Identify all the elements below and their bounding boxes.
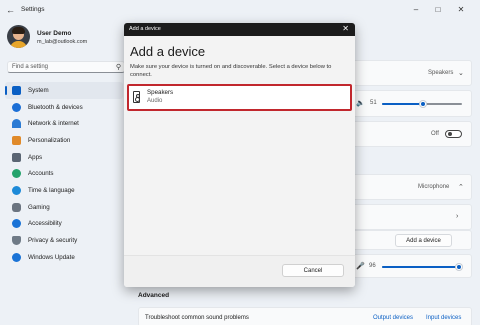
- speaker-icon: [133, 91, 140, 103]
- input-volume-slider[interactable]: [382, 264, 462, 270]
- accessibility-icon: [12, 219, 21, 229]
- system-icon: [12, 85, 21, 95]
- sidebar-item-accessibility[interactable]: Accessibility: [5, 216, 123, 233]
- back-arrow-icon[interactable]: ←: [6, 5, 16, 15]
- bluetooth-icon: [12, 102, 21, 112]
- cancel-button[interactable]: Cancel: [282, 264, 344, 277]
- user-name: User Demo: [37, 30, 72, 37]
- update-icon: [12, 252, 21, 262]
- sidebar-item-apps[interactable]: Apps: [5, 149, 123, 166]
- sidebar-item-windows-update[interactable]: Windows Update: [5, 249, 123, 266]
- input-devices-link[interactable]: Input devices: [426, 315, 461, 321]
- output-device-value: Speakers: [428, 70, 454, 76]
- speaker-volume-icon[interactable]: 🔈: [356, 99, 365, 107]
- input-device-value: Microphone: [418, 184, 450, 190]
- add-device-dialog: Add a device ✕ Add a device Make sure yo…: [124, 23, 355, 287]
- sidebar-item-label: Network & internet: [28, 120, 79, 128]
- device-name: Speakers: [147, 89, 174, 96]
- sidebar-item-label: Gaming: [28, 203, 50, 211]
- settings-window: ← Settings – □ ✕ User Demo m_lab@outlook…: [0, 0, 480, 325]
- sidebar-item-time-language[interactable]: Time & language: [5, 182, 123, 199]
- shield-icon: [12, 236, 21, 246]
- troubleshoot-card: Troubleshoot common sound problems Outpu…: [138, 307, 472, 325]
- apps-icon: [12, 152, 21, 162]
- microphone-icon[interactable]: 🎤: [356, 262, 365, 270]
- sidebar-item-privacy[interactable]: Privacy & security: [5, 232, 123, 249]
- dialog-title: Add a device: [129, 26, 161, 32]
- sidebar-nav: System Bluetooth & devices Network & int…: [5, 82, 123, 266]
- search-input[interactable]: Find a setting ⚲: [7, 61, 125, 73]
- input-volume-slider-thumb[interactable]: [455, 264, 462, 270]
- dialog-footer: Cancel: [124, 255, 355, 287]
- volume-slider-thumb[interactable]: [419, 101, 426, 107]
- gaming-icon: [12, 202, 21, 212]
- sidebar-item-accounts[interactable]: Accounts: [5, 165, 123, 182]
- add-device-button[interactable]: Add a device: [395, 234, 452, 247]
- maximize-icon[interactable]: □: [432, 4, 444, 16]
- sidebar-item-label: Bluetooth & devices: [28, 103, 83, 111]
- volume-slider[interactable]: [382, 101, 462, 107]
- sidebar-item-bluetooth[interactable]: Bluetooth & devices: [5, 99, 123, 116]
- mono-audio-state: Off: [431, 131, 439, 137]
- sidebar-item-label: Personalization: [28, 136, 71, 144]
- volume-slider-fill: [382, 103, 423, 105]
- input-volume-slider-fill: [382, 266, 459, 268]
- user-email: m_lab@outlook.com: [37, 39, 88, 45]
- close-icon[interactable]: ✕: [455, 4, 467, 16]
- sidebar-item-label: Accounts: [28, 170, 54, 178]
- search-placeholder: Find a setting: [12, 64, 49, 70]
- sidebar-item-label: Time & language: [28, 186, 75, 194]
- advanced-heading: Advanced: [138, 292, 170, 299]
- volume-value: 51: [370, 100, 377, 106]
- mono-audio-toggle[interactable]: [445, 130, 462, 138]
- accounts-icon: [12, 169, 21, 179]
- troubleshoot-label: Troubleshoot common sound problems: [145, 315, 249, 321]
- dialog-description: Make sure your device is turned on and d…: [130, 64, 332, 78]
- brush-icon: [12, 135, 21, 145]
- dialog-heading: Add a device: [130, 44, 206, 59]
- dialog-title-bar: Add a device ✕: [124, 23, 355, 36]
- input-volume-value: 96: [369, 263, 376, 269]
- sidebar-item-network[interactable]: Network & internet: [5, 115, 123, 132]
- sidebar-item-label: System: [28, 86, 49, 94]
- chevron-up-icon[interactable]: ⌃: [458, 183, 464, 191]
- avatar[interactable]: [7, 25, 30, 48]
- chevron-right-icon[interactable]: ›: [456, 213, 458, 220]
- sidebar-item-label: Accessibility: [28, 220, 62, 228]
- minimize-icon[interactable]: –: [410, 4, 422, 16]
- chevron-down-icon[interactable]: ⌄: [458, 69, 464, 77]
- search-icon[interactable]: ⚲: [116, 63, 121, 71]
- output-devices-link[interactable]: Output devices: [373, 315, 413, 321]
- window-title: Settings: [21, 6, 45, 13]
- title-bar: ← Settings – □ ✕: [0, 0, 480, 20]
- device-list-item-speakers[interactable]: Speakers Audio: [127, 84, 352, 111]
- sidebar-item-gaming[interactable]: Gaming: [5, 199, 123, 216]
- dialog-close-icon[interactable]: ✕: [342, 24, 349, 33]
- device-type: Audio: [147, 98, 163, 104]
- sidebar-item-system[interactable]: System: [5, 82, 123, 99]
- sidebar-item-personalization[interactable]: Personalization: [5, 132, 123, 149]
- globe-icon: [12, 185, 21, 195]
- sidebar-item-label: Privacy & security: [28, 237, 78, 245]
- sidebar-item-label: Apps: [28, 153, 43, 161]
- wifi-icon: [12, 119, 21, 129]
- sidebar-item-label: Windows Update: [28, 253, 75, 261]
